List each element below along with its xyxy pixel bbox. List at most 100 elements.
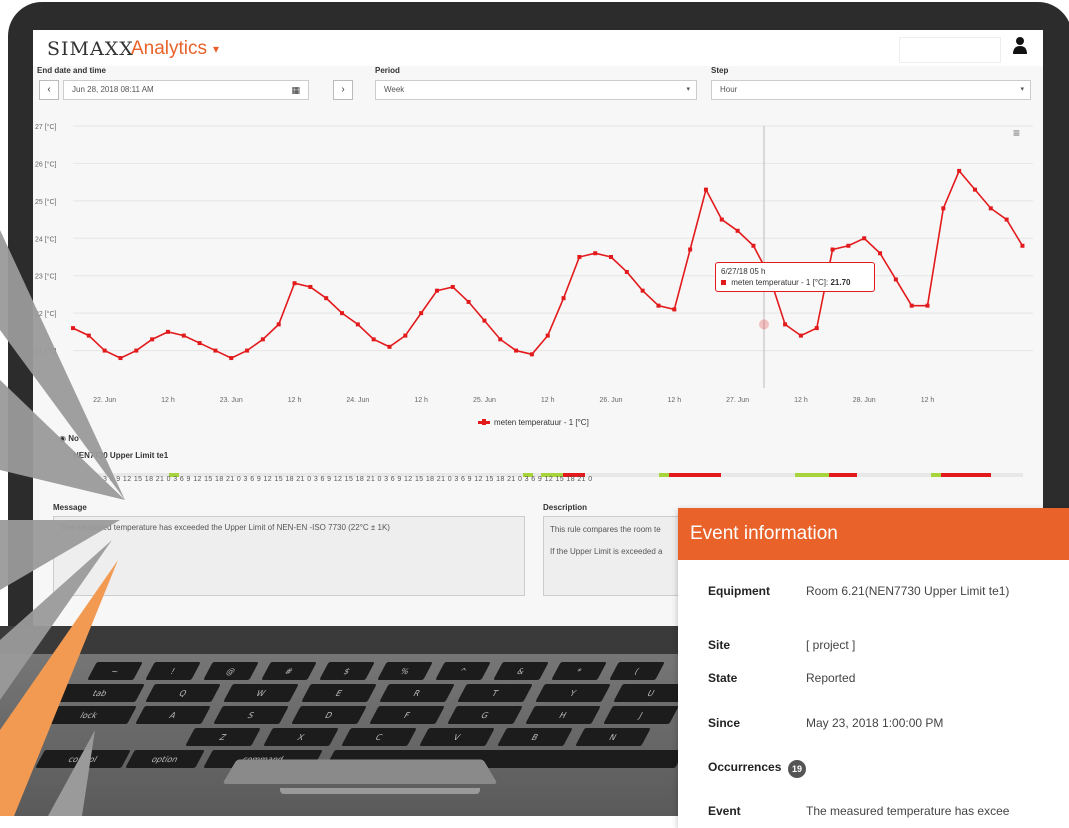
data-point[interactable] (276, 322, 281, 327)
data-point[interactable] (387, 344, 392, 349)
data-point[interactable] (498, 337, 503, 342)
data-point[interactable] (830, 247, 835, 252)
data-point[interactable] (371, 337, 376, 342)
data-point[interactable] (434, 288, 439, 293)
data-point[interactable] (957, 168, 962, 173)
y-tick-label: 26 [°C] (35, 160, 57, 168)
chart-menu-icon[interactable]: ≡ (1013, 126, 1020, 140)
data-point[interactable] (640, 288, 645, 293)
key: Y (535, 684, 611, 702)
data-point[interactable] (1004, 217, 1009, 222)
data-point[interactable] (624, 269, 629, 274)
key: A (135, 706, 211, 724)
timeline-segment[interactable] (941, 473, 991, 477)
data-point[interactable] (862, 236, 867, 241)
data-point[interactable] (213, 348, 218, 353)
data-point[interactable] (941, 206, 946, 211)
data-point[interactable] (846, 243, 851, 248)
data-point[interactable] (814, 326, 819, 331)
key: B (497, 728, 573, 746)
step-select[interactable]: Hour ▾ (711, 80, 1031, 100)
trackpad (222, 759, 498, 784)
step-label: Step (711, 66, 729, 75)
data-point[interactable] (181, 333, 186, 338)
data-point[interactable] (197, 341, 202, 346)
data-point[interactable] (102, 348, 107, 353)
data-point[interactable] (450, 284, 455, 289)
calendar-icon[interactable]: ▦ (291, 81, 300, 99)
rule-radio[interactable]: ◉ No (59, 434, 79, 443)
data-point[interactable] (308, 284, 313, 289)
data-point[interactable] (988, 206, 993, 211)
chart-svg: 27 [°C] 26 [°C] 25 [°C] 24 [°C] 23 [°C] 22 [°… (35, 123, 1033, 404)
data-point[interactable] (545, 333, 550, 338)
data-point[interactable] (688, 247, 693, 252)
period-select[interactable]: Week ▾ (375, 80, 697, 100)
key: R (379, 684, 455, 702)
data-point[interactable] (656, 303, 661, 308)
radio-icon[interactable]: ◉ (59, 434, 66, 443)
data-point[interactable] (751, 243, 756, 248)
data-point[interactable] (735, 228, 740, 233)
event-value: [ project ] (806, 638, 856, 652)
event-key: Equipment (708, 584, 770, 598)
highlighted-point[interactable] (758, 319, 769, 330)
event-value: 19 (788, 760, 806, 778)
data-point[interactable] (878, 251, 883, 256)
data-point[interactable] (355, 322, 360, 327)
data-point[interactable] (260, 337, 265, 342)
user-search-box[interactable] (899, 37, 1001, 63)
timeline-segment[interactable] (931, 473, 941, 477)
key: D (291, 706, 367, 724)
data-point[interactable] (593, 251, 598, 256)
end-date-input[interactable]: Jun 28, 2018 08:11 AM ▦ (63, 80, 309, 100)
data-point[interactable] (909, 303, 914, 308)
data-point[interactable] (150, 337, 155, 342)
data-point[interactable] (482, 318, 487, 323)
data-point[interactable] (134, 348, 139, 353)
data-point[interactable] (783, 322, 788, 327)
data-point[interactable] (529, 352, 534, 357)
data-point[interactable] (229, 356, 234, 361)
occurrences-badge[interactable]: 19 (788, 760, 806, 778)
chevron-down-icon: ▾ (1020, 86, 1024, 93)
data-point[interactable] (165, 329, 170, 334)
chart-legend[interactable]: meten temperatuur - 1 [°C] (478, 418, 589, 427)
data-point[interactable] (466, 299, 471, 304)
data-point[interactable] (703, 187, 708, 192)
data-point[interactable] (925, 303, 930, 308)
data-point[interactable] (577, 255, 582, 259)
data-point[interactable] (609, 255, 614, 259)
data-point[interactable] (672, 307, 677, 312)
timeline-segment[interactable] (659, 473, 669, 477)
timeline-ticks: 3 6 9 12 15 18 21 0 3 6 9 12 15 18 21 0 … (103, 476, 593, 483)
data-point[interactable] (403, 333, 408, 338)
data-point[interactable] (798, 333, 803, 338)
timeline-segment[interactable] (669, 473, 721, 477)
data-point[interactable] (419, 311, 424, 316)
data-point[interactable] (118, 356, 123, 361)
timeline-segment[interactable] (829, 473, 857, 477)
prev-date-button[interactable]: ‹ (39, 80, 59, 100)
user-icon[interactable] (1012, 36, 1028, 59)
data-point[interactable] (86, 333, 91, 338)
data-point[interactable] (561, 296, 566, 301)
data-point[interactable] (340, 311, 345, 316)
data-point[interactable] (893, 277, 898, 282)
key: $ (319, 662, 375, 680)
timeline-segment[interactable] (795, 473, 829, 477)
message-textarea[interactable]: The measured temperature has exceeded th… (53, 516, 525, 596)
chevron-down-icon[interactable]: ▾ (213, 42, 219, 56)
data-point[interactable] (324, 296, 329, 301)
data-point[interactable] (972, 187, 977, 192)
app-title[interactable]: Analytics (131, 38, 207, 60)
data-point[interactable] (1020, 243, 1025, 248)
data-point[interactable] (514, 348, 519, 353)
data-point[interactable] (71, 326, 75, 331)
next-date-button[interactable]: › (333, 80, 353, 100)
key: ( (609, 662, 665, 680)
series-line[interactable] (72, 169, 1024, 359)
data-point[interactable] (292, 281, 297, 286)
data-point[interactable] (719, 217, 724, 222)
data-point[interactable] (245, 348, 250, 353)
